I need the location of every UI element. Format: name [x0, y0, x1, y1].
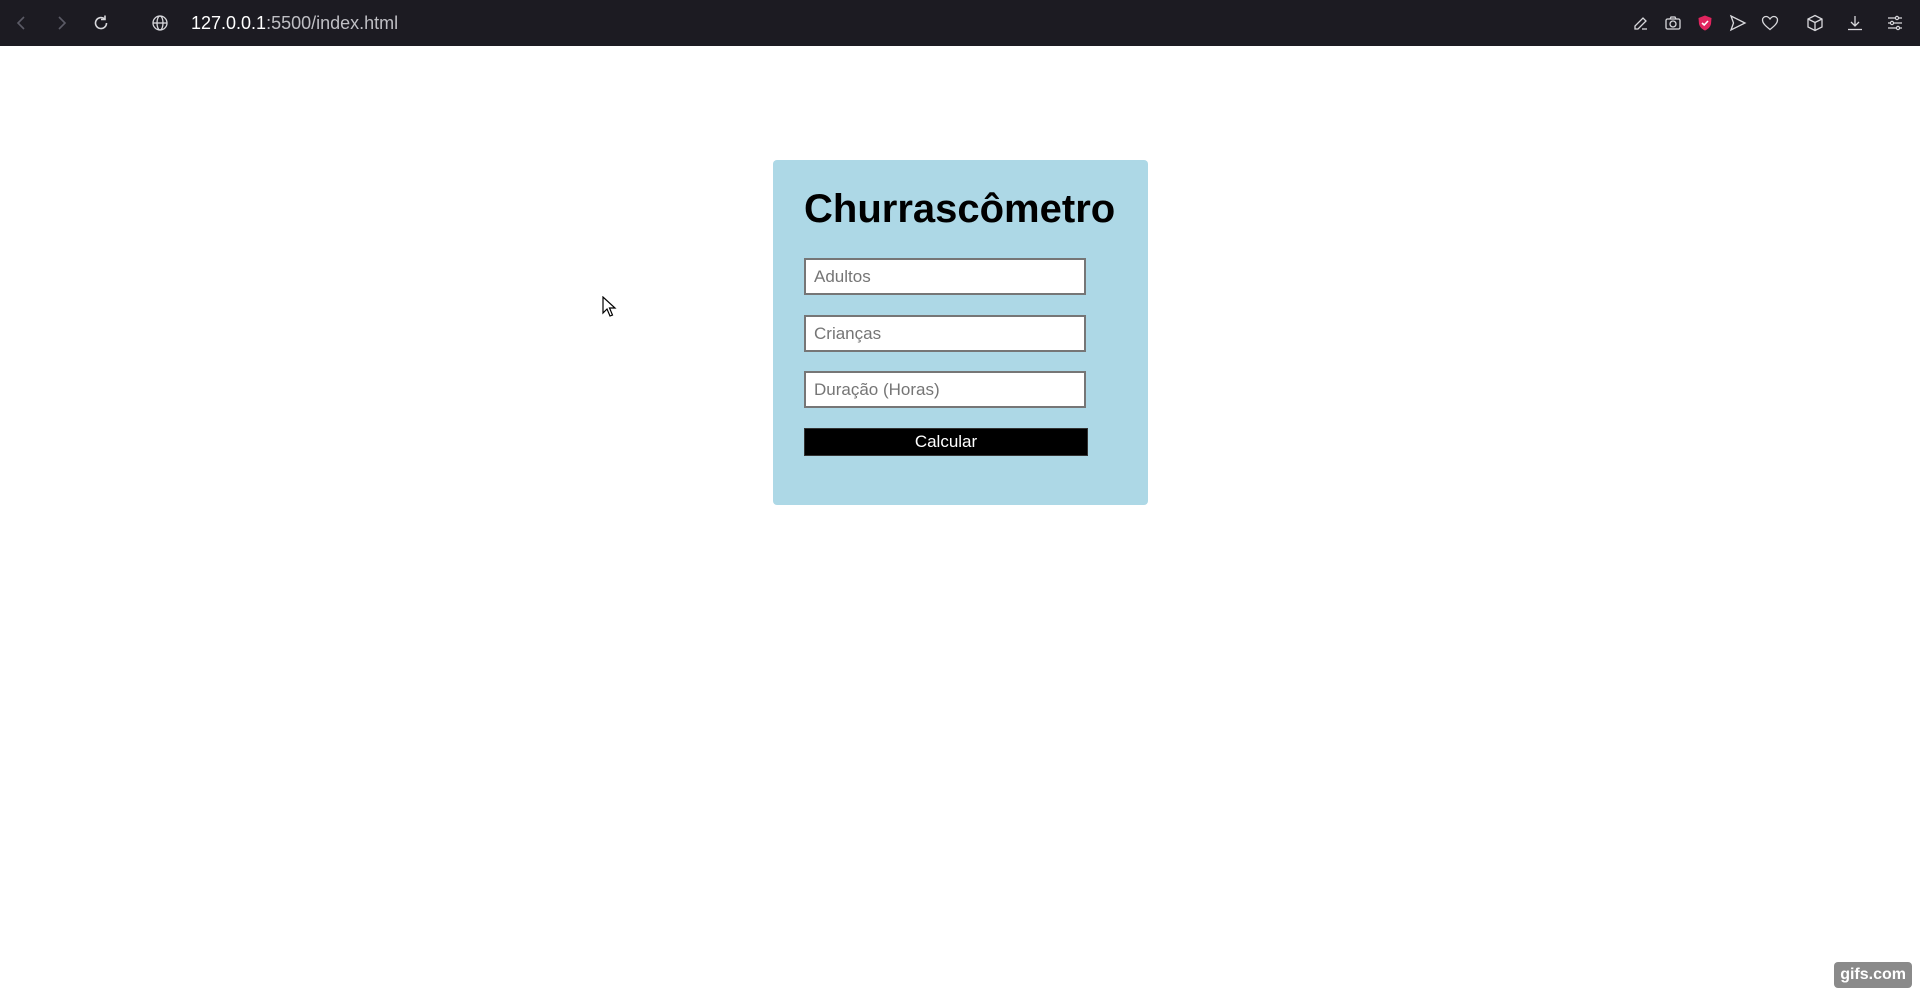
- adults-input[interactable]: [804, 258, 1086, 295]
- children-input[interactable]: [804, 315, 1086, 352]
- back-icon[interactable]: [10, 11, 34, 35]
- forward-icon[interactable]: [49, 11, 73, 35]
- page-title: Churrascômetro: [804, 187, 1116, 231]
- calculate-button[interactable]: Calcular: [804, 428, 1088, 456]
- cube-icon[interactable]: [1803, 11, 1827, 35]
- browser-toolbar: 127.0.0.1:5500/index.html: [0, 0, 1920, 46]
- url-path: :5500/index.html: [266, 13, 399, 33]
- shield-icon[interactable]: [1693, 11, 1717, 35]
- reload-icon[interactable]: [89, 11, 113, 35]
- send-icon[interactable]: [1726, 11, 1750, 35]
- mouse-cursor-icon: [602, 295, 618, 318]
- camera-icon[interactable]: [1661, 11, 1685, 35]
- watermark: gifs.com: [1834, 962, 1912, 988]
- heart-icon[interactable]: [1758, 11, 1782, 35]
- duration-input[interactable]: [804, 371, 1086, 408]
- url-host: 127.0.0.1: [191, 13, 267, 33]
- calculator-card: Churrascômetro Calcular: [773, 160, 1148, 505]
- page-content: Churrascômetro Calcular: [0, 46, 1920, 996]
- address-bar[interactable]: 127.0.0.1:5500/index.html: [191, 11, 398, 35]
- edit-icon[interactable]: [1629, 11, 1653, 35]
- menu-icon[interactable]: [1883, 11, 1907, 35]
- site-info-icon[interactable]: [148, 11, 172, 35]
- download-icon[interactable]: [1843, 11, 1867, 35]
